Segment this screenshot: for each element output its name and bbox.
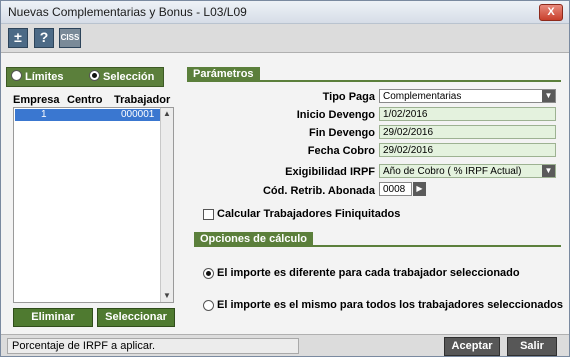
help-button[interactable]: ?	[34, 28, 54, 48]
radio-seleccion-dot	[89, 70, 100, 81]
parametros-section-tab: Parámetros	[187, 67, 260, 81]
exigibilidad-irpf-label: Exigibilidad IRPF	[285, 166, 375, 178]
radio-seleccion-label: Selección	[103, 71, 155, 83]
title-bar: Nuevas Complementarias y Bonus - L03/L09…	[1, 1, 569, 24]
window-title: Nuevas Complementarias y Bonus - L03/L09	[8, 5, 247, 19]
ciss-icon: CISS	[60, 33, 80, 42]
opciones-section-rule	[194, 245, 561, 247]
cell-empresa: 1	[41, 109, 47, 120]
tipo-paga-select[interactable]: Complementarias ▼	[379, 89, 556, 103]
chevron-down-icon[interactable]: ▼	[542, 165, 555, 177]
tipo-paga-value: Complementarias	[383, 91, 462, 102]
close-icon: X	[547, 6, 555, 18]
fecha-cobro-value: 29/02/2016	[383, 145, 434, 156]
toolbar: ± ? CISS	[1, 24, 569, 53]
calcular-finiquitados-checkbox[interactable]	[203, 209, 214, 220]
radio-limites[interactable]: Límites	[11, 70, 64, 83]
radio-limites-label: Límites	[25, 71, 64, 83]
chevron-down-icon[interactable]: ▼	[542, 90, 555, 102]
cod-retrib-lookup-button[interactable]: ▶	[413, 182, 426, 196]
tipo-paga-label: Tipo Paga	[322, 91, 375, 103]
option-mismo-radio[interactable]	[203, 300, 214, 311]
column-header-centro: Centro	[67, 94, 103, 106]
fecha-cobro-label: Fecha Cobro	[307, 145, 375, 157]
dialog-window: Nuevas Complementarias y Bonus - L03/L09…	[0, 0, 570, 357]
play-arrow-icon: ▶	[416, 184, 423, 193]
fin-devengo-label: Fin Devengo	[308, 127, 375, 139]
option-diferente-label[interactable]: El importe es diferente para cada trabaj…	[217, 267, 520, 279]
exigibilidad-irpf-select[interactable]: Año de Cobro ( % IRPF Actual) ▼	[379, 164, 556, 178]
parametros-section-rule	[187, 80, 561, 82]
aceptar-button[interactable]: Aceptar	[444, 337, 500, 356]
opciones-section-tab: Opciones de cálculo	[194, 232, 313, 246]
inicio-devengo-field[interactable]: 1/02/2016	[379, 107, 556, 121]
seleccionar-button[interactable]: Seleccionar	[97, 308, 175, 327]
cod-retrib-value: 0008	[383, 184, 406, 195]
column-header-trabajador: Trabajador	[114, 94, 171, 106]
fin-devengo-field[interactable]: 29/02/2016	[379, 125, 556, 139]
option-mismo-label[interactable]: El importe es el mismo para todos los tr…	[217, 299, 563, 311]
radio-limites-dot	[11, 70, 22, 81]
cell-trabajador: 000001	[121, 109, 155, 120]
cod-retrib-field[interactable]: 0008	[379, 182, 412, 196]
column-header-empresa: Empresa	[13, 94, 60, 106]
selection-mode-bar: Límites Selección	[6, 67, 164, 87]
inicio-devengo-label: Inicio Devengo	[296, 109, 375, 121]
help-icon: ?	[39, 29, 49, 45]
fecha-cobro-field[interactable]: 29/02/2016	[379, 143, 556, 157]
status-bar: Porcentaje de IRPF a aplicar. Aceptar Sa…	[1, 334, 569, 356]
ciss-button[interactable]: CISS	[59, 28, 81, 48]
close-button[interactable]: X	[539, 4, 563, 21]
status-message: Porcentaje de IRPF a aplicar.	[7, 338, 299, 354]
inicio-devengo-value: 1/02/2016	[383, 109, 428, 120]
calcular-finiquitados-label: Calcular Trabajadores Finiquitados	[217, 208, 401, 220]
salir-button[interactable]: Salir	[507, 337, 557, 356]
exigibilidad-irpf-value: Año de Cobro ( % IRPF Actual)	[383, 166, 522, 177]
radio-seleccion[interactable]: Selección	[89, 70, 154, 83]
list-scrollbar[interactable]: ▲ ▼	[160, 108, 173, 302]
fin-devengo-value: 29/02/2016	[383, 127, 434, 138]
option-diferente-radio[interactable]	[203, 268, 214, 279]
table-row[interactable]: 1 000001	[15, 109, 160, 121]
scroll-up-icon[interactable]: ▲	[162, 109, 172, 119]
eliminar-button[interactable]: Eliminar	[13, 308, 93, 327]
worker-list[interactable]: 1 000001 ▲ ▼	[13, 107, 174, 303]
plus-minus-icon: ±	[14, 29, 22, 45]
scroll-down-icon[interactable]: ▼	[162, 291, 172, 301]
plus-minus-button[interactable]: ±	[8, 28, 28, 48]
cod-retrib-label: Cód. Retrib. Abonada	[262, 185, 375, 197]
